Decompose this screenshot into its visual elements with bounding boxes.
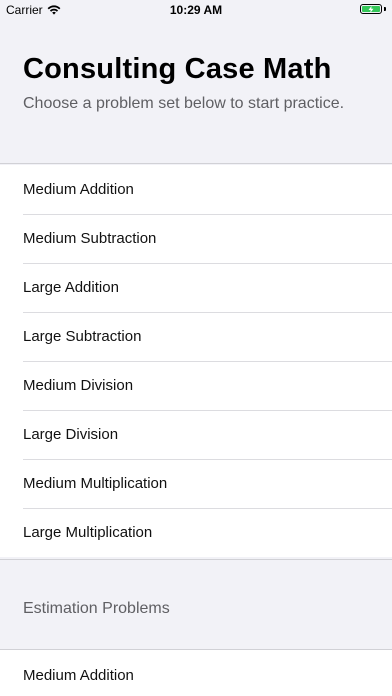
- estimation-problem-list: Medium Addition: [0, 650, 392, 696]
- problem-set-label: Large Addition: [23, 279, 119, 296]
- battery-cap: [384, 7, 386, 11]
- charging-bolt-icon: [368, 5, 374, 13]
- battery-indicator: [360, 4, 386, 14]
- battery-fill: [362, 5, 380, 13]
- problem-set-label: Medium Subtraction: [23, 230, 157, 247]
- status-time: 10:29 AM: [169, 3, 223, 17]
- problem-set-item[interactable]: Medium Division: [0, 361, 392, 410]
- problem-set-item[interactable]: Medium Subtraction: [0, 214, 392, 263]
- estimation-problem-item[interactable]: Medium Addition: [0, 650, 392, 696]
- page-title: Consulting Case Math: [23, 53, 332, 85]
- problem-set-list: Medium Addition Medium Subtraction Large…: [0, 165, 392, 557]
- problem-set-item[interactable]: Medium Addition: [0, 165, 392, 214]
- problem-set-label: Medium Division: [23, 377, 134, 394]
- problem-set-label: Large Subtraction: [23, 328, 142, 345]
- problem-set-label: Medium Multiplication: [23, 475, 168, 492]
- problem-set-item[interactable]: Medium Multiplication: [0, 459, 392, 508]
- status-bar: Carrier 10:29 AM: [0, 0, 392, 20]
- estimation-section-header: Estimation Problems: [0, 560, 392, 650]
- problem-set-label: Large Multiplication: [23, 524, 153, 541]
- problem-set-item[interactable]: Large Division: [0, 410, 392, 459]
- estimation-section-title: Estimation Problems: [23, 600, 170, 617]
- page-subtitle: Choose a problem set below to start prac…: [23, 95, 345, 112]
- estimation-problem-label: Medium Addition: [23, 667, 134, 684]
- battery-charging-icon: [360, 4, 382, 14]
- problem-set-item[interactable]: Large Subtraction: [0, 312, 392, 361]
- problem-set-label: Large Division: [23, 426, 119, 443]
- problem-set-label: Medium Addition: [23, 181, 134, 198]
- problem-set-item[interactable]: Large Addition: [0, 263, 392, 312]
- problem-set-item[interactable]: Large Multiplication: [0, 508, 392, 557]
- page-header: Consulting Case Math Choose a problem se…: [0, 20, 392, 164]
